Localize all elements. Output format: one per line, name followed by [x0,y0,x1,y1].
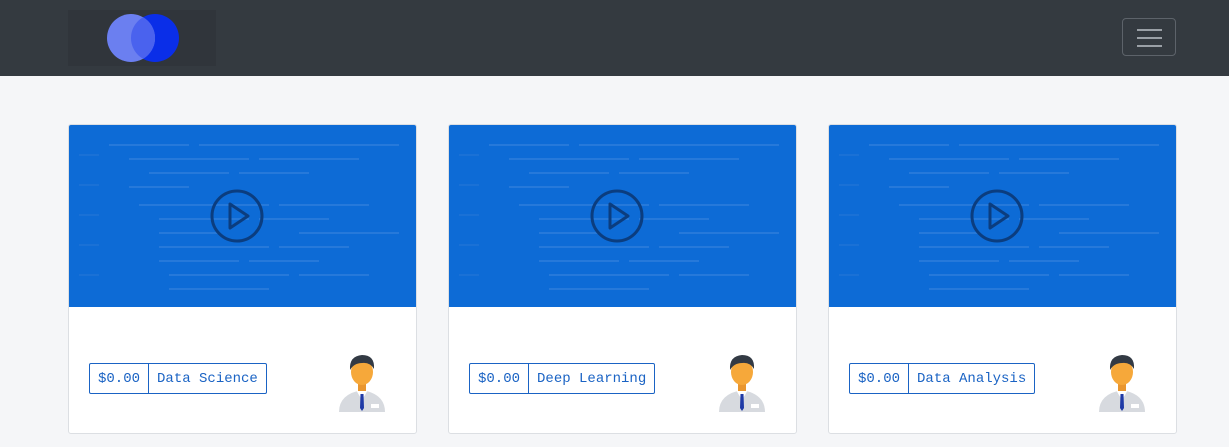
course-card[interactable]: $0.00 Deep Learning [448,124,797,434]
avatar-icon [719,355,765,412]
course-card[interactable]: $0.00 Data Analysis [828,124,1177,434]
course-tag[interactable]: $0.00 Data Science [89,363,267,394]
hamburger-bar [1137,37,1162,39]
hamburger-bar [1137,45,1162,47]
play-icon[interactable] [209,188,265,244]
video-thumbnail[interactable] [829,125,1176,307]
hamburger-menu-icon [1137,29,1162,31]
video-thumbnail[interactable] [69,125,416,307]
price-label: $0.00 [850,364,910,393]
overlapping-circles-logo-icon [107,14,179,62]
category-label: Data Analysis [917,370,1027,387]
price-label: $0.00 [470,364,530,393]
category-label: Deep Learning [537,370,647,387]
brand-logo[interactable] [68,10,216,66]
play-icon[interactable] [969,188,1025,244]
course-tag[interactable]: $0.00 Deep Learning [469,363,656,394]
category-label: Data Science [157,370,258,387]
course-tag[interactable]: $0.00 Data Analysis [849,363,1036,394]
video-thumbnail[interactable] [449,125,796,307]
menu-toggle-button[interactable] [1122,18,1176,56]
course-card[interactable]: $0.00 Data Science [68,124,417,434]
play-icon[interactable] [589,188,645,244]
avatar-icon [339,355,385,412]
price-label: $0.00 [90,364,150,393]
navbar [0,0,1229,76]
avatar-icon [1099,355,1145,412]
